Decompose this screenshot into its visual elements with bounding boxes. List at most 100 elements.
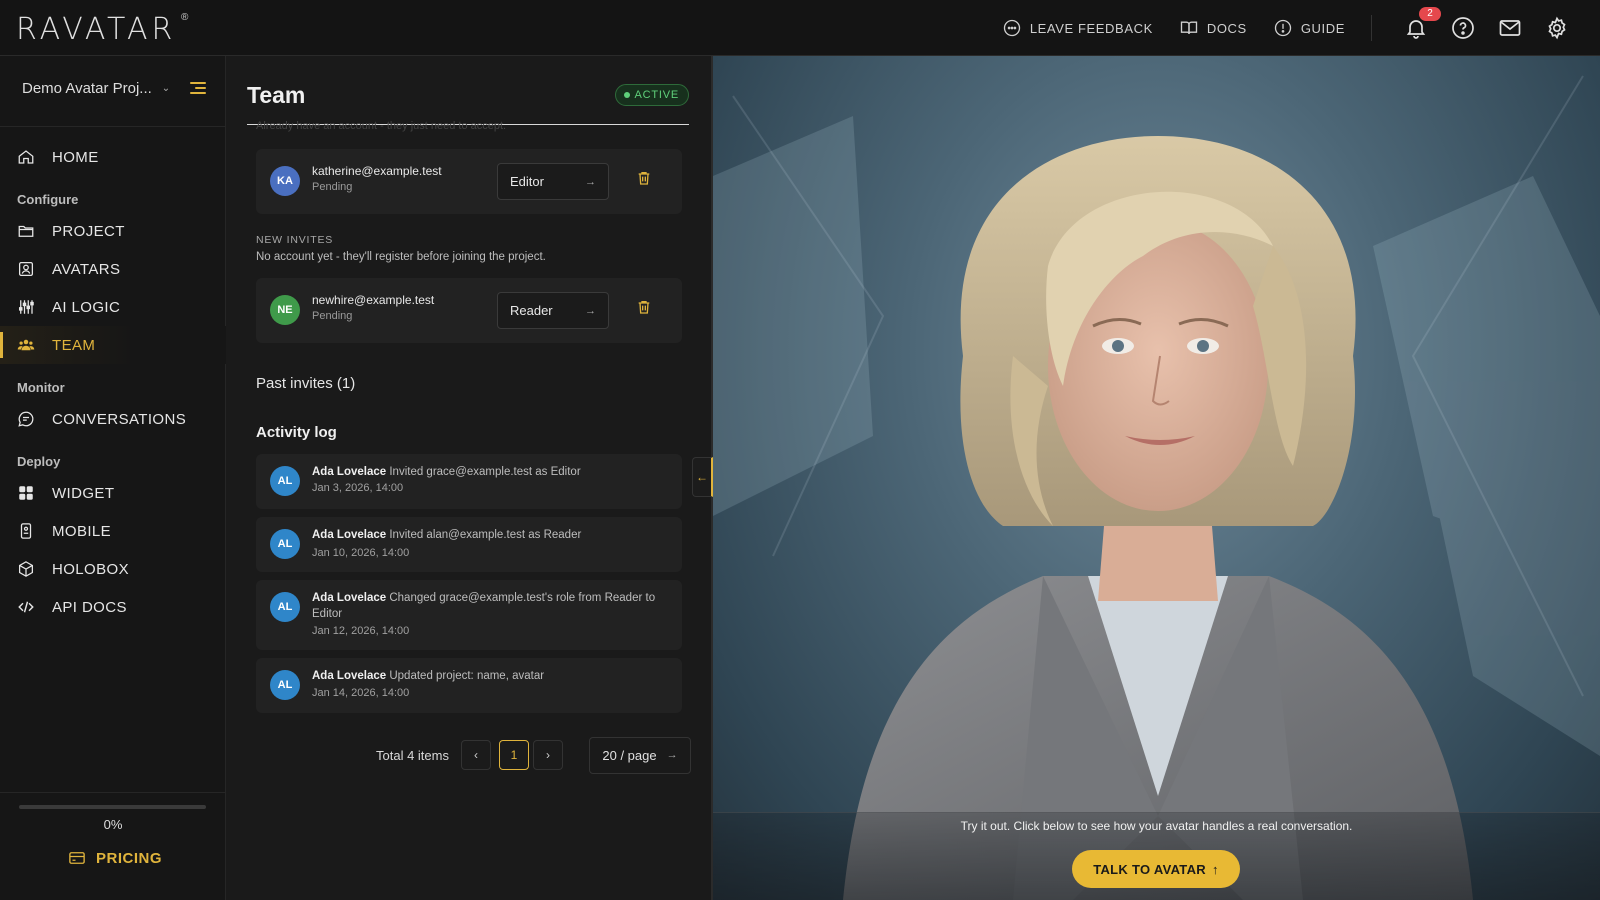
activity-action: Updated project: name, avatar <box>389 670 545 682</box>
team-icon <box>17 339 35 351</box>
avatar: AL <box>270 670 300 700</box>
new-invites-description: No account yet - they'll register before… <box>256 251 546 263</box>
sidebar-item-ai-logic[interactable]: AI LOGIC <box>0 288 226 326</box>
setup-progress-label: 0% <box>103 817 123 832</box>
sidebar-item-project[interactable]: PROJECT <box>0 212 226 250</box>
activity-entry: AL Ada Lovelace Updated project: name, a… <box>256 658 682 713</box>
role-value: Editor <box>510 174 544 189</box>
delete-invite-trash-icon[interactable] <box>636 169 652 187</box>
sidebar-item-label: HOLOBOX <box>52 560 129 578</box>
gear-icon <box>1548 16 1566 40</box>
ravatar-logo[interactable]: RAVATAR ® <box>16 6 188 52</box>
delete-invite-trash-icon[interactable] <box>636 298 652 316</box>
sidebar-nav: HOME Configure PROJECT AVATARS AI LOGIC … <box>0 138 226 626</box>
logo-text: RAVATAR <box>16 11 177 47</box>
docs-label: DOCS <box>1206 20 1247 36</box>
activity-action: Invited grace@example.test as Editor <box>389 466 581 478</box>
activity-text: Ada Lovelace Invited grace@example.test … <box>312 464 672 480</box>
invite-email: newhire@example.test <box>312 293 435 307</box>
page-title: Team <box>247 82 306 108</box>
cube-icon <box>18 561 34 577</box>
role-select[interactable]: Reader → <box>497 292 609 329</box>
notification-count-badge: 2 <box>1419 7 1441 21</box>
section-monitor: Monitor <box>17 380 65 395</box>
team-panel: Team ACTIVE Already have an account - th… <box>226 56 713 900</box>
prev-page-button[interactable]: ‹ <box>460 740 491 770</box>
section-configure: Configure <box>17 192 79 207</box>
activity-date: Jan 14, 2026, 14:00 <box>312 687 410 699</box>
avatar: KA <box>270 166 300 196</box>
logo-registered-mark: ® <box>181 12 189 23</box>
pagination-total: Total 4 items <box>376 747 449 763</box>
sidebar-footer: 0% PRICING <box>0 792 226 900</box>
activity-entry: AL Ada Lovelace Invited alan@example.tes… <box>256 517 682 572</box>
sidebar-item-widget[interactable]: WIDGET <box>0 474 226 512</box>
page-size-select[interactable]: 20 / page → <box>588 736 691 774</box>
chevron-right-icon: › <box>545 748 550 762</box>
avatar-preview-image <box>713 75 1600 900</box>
role-value: Reader <box>510 303 553 318</box>
pricing-label: PRICING <box>96 849 163 867</box>
sidebar-item-conversations[interactable]: CONVERSATIONS <box>0 400 226 438</box>
page-button-current[interactable]: 1 <box>498 740 529 770</box>
activity-text: Ada Lovelace Changed grace@example.test'… <box>312 590 672 622</box>
activity-entry: AL Ada Lovelace Invited grace@example.te… <box>256 454 682 509</box>
project-selector[interactable]: Demo Avatar Proj... ⌄ <box>22 80 182 97</box>
sidebar-item-mobile[interactable]: MOBILE <box>0 512 226 550</box>
sidebar-item-label: AI LOGIC <box>52 298 121 316</box>
arrow-left-icon: ← <box>696 470 708 484</box>
messages-button[interactable] <box>1497 15 1523 41</box>
arrow-right-icon: → <box>585 175 596 188</box>
book-icon <box>1180 21 1198 34</box>
mobile-icon <box>20 523 32 539</box>
docs-link[interactable]: DOCS <box>1179 18 1247 38</box>
avatar: AL <box>270 592 300 622</box>
preview-hint: Try it out. Click below to see how your … <box>960 819 1353 833</box>
talk-to-avatar-button[interactable]: TALK TO AVATAR ↑ <box>1072 850 1240 888</box>
sidebar-item-api-docs[interactable]: API DOCS <box>0 588 226 626</box>
panel-header: Team ACTIVE <box>247 70 689 125</box>
sidebar-item-holobox[interactable]: HOLOBOX <box>0 550 226 588</box>
mail-icon <box>1499 20 1521 36</box>
role-select[interactable]: Editor → <box>497 163 609 200</box>
credit-card-icon <box>69 852 85 864</box>
activity-date: Jan 10, 2026, 14:00 <box>312 547 410 559</box>
sidebar-item-label: PROJECT <box>52 222 125 240</box>
avatar: NE <box>270 295 300 325</box>
sidebar-collapse-button[interactable] <box>190 82 206 96</box>
guide-link[interactable]: GUIDE <box>1273 18 1345 38</box>
sidebar-item-avatars[interactable]: AVATARS <box>0 250 226 288</box>
activity-entry: AL Ada Lovelace Changed grace@example.te… <box>256 580 682 650</box>
past-invites-toggle[interactable]: Past invites (1) <box>256 375 355 392</box>
chevron-left-icon: ‹ <box>473 748 478 762</box>
activity-actor: Ada Lovelace <box>312 592 387 604</box>
avatar: AL <box>270 466 300 496</box>
leave-feedback-link[interactable]: LEAVE FEEDBACK <box>1002 18 1153 38</box>
compass-icon <box>1274 19 1291 37</box>
activity-action: Invited alan@example.test as Reader <box>389 529 582 541</box>
guide-label: GUIDE <box>1300 20 1345 36</box>
sidebar-item-label: API DOCS <box>52 598 127 616</box>
arrow-up-icon: ↑ <box>1211 861 1219 877</box>
arrow-right-icon: → <box>666 749 678 761</box>
status-label: ACTIVE <box>634 89 679 101</box>
avatar-preview <box>713 56 1600 900</box>
activity-actor: Ada Lovelace <box>312 466 387 478</box>
feedback-icon <box>1003 19 1020 37</box>
sidebar-item-home[interactable]: HOME <box>0 138 226 176</box>
activity-log-title: Activity log <box>256 424 337 441</box>
activity-actor: Ada Lovelace <box>312 670 387 682</box>
activity-date: Jan 12, 2026, 14:00 <box>312 625 410 637</box>
activity-text: Ada Lovelace Invited alan@example.test a… <box>312 527 672 543</box>
grid-icon <box>19 486 33 500</box>
pricing-button[interactable]: PRICING <box>68 849 162 867</box>
top-bar: RAVATAR ® LEAVE FEEDBACK DOCS GUIDE 2 <box>0 0 1600 56</box>
help-button[interactable] <box>1450 15 1476 41</box>
invite-card: NE newhire@example.test Pending Reader → <box>256 278 682 343</box>
notifications-button[interactable]: 2 <box>1403 7 1441 41</box>
next-page-button[interactable]: › <box>532 740 563 770</box>
collapse-panel-button[interactable]: ← <box>692 457 713 497</box>
settings-button[interactable] <box>1544 15 1570 41</box>
sidebar-item-team[interactable]: TEAM <box>0 326 226 364</box>
folder-icon <box>18 225 34 237</box>
